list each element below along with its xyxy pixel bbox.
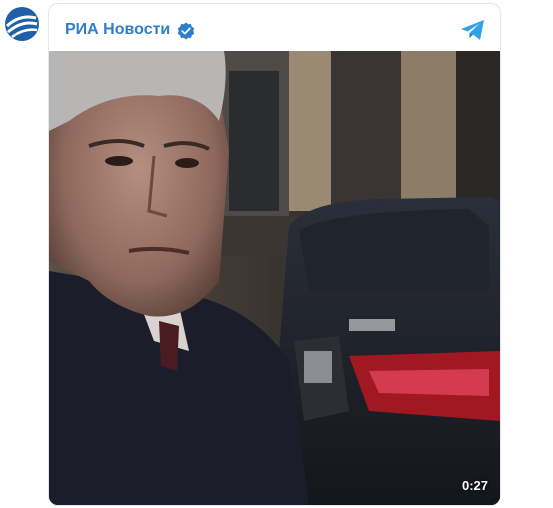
channel-name[interactable]: РИА Новости: [65, 20, 170, 40]
verified-badge-icon: [177, 22, 195, 40]
telegram-plane-icon[interactable]: [460, 18, 486, 42]
post-card: РИА Новости 0:27: [48, 3, 501, 506]
video-duration: 0:27: [461, 478, 488, 493]
video-player[interactable]: 0:27: [49, 51, 500, 505]
ria-globe-logo-icon: [5, 7, 39, 41]
video-frame-thumbnail: [49, 51, 500, 505]
channel-avatar[interactable]: [2, 4, 42, 44]
